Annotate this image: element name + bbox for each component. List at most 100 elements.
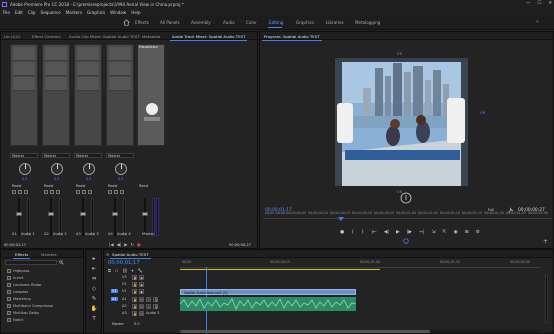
menu-sequence[interactable]: Sequence [41,10,61,15]
track-output-select[interactable]: Master [42,153,70,158]
effect-insert-slot[interactable] [45,77,67,91]
ripple-edit-tool-icon[interactable]: ⇔ [90,275,98,283]
tab-audio-track-mixer[interactable]: Audio Track Mixer: Spatial Audio TEST [169,34,248,41]
menu-graphics[interactable]: Graphics [87,10,105,15]
toggle-output-icon[interactable]: ◉ [139,275,144,280]
lock-icon[interactable]: 🔒 [132,311,137,316]
nest-icon[interactable]: ⧉ [108,268,111,274]
program-time-ruler[interactable]: 00;00;00;00 00;00;00;05 00;00;00;10 00;0… [263,211,552,219]
tab-lib[interactable]: Lib (0,0) [4,34,20,39]
program-playhead[interactable] [338,217,344,221]
track-select-tool-icon[interactable]: ⇤ [90,265,98,273]
step-back-icon[interactable]: ◀| [384,230,389,236]
track-effects-slot[interactable] [106,44,134,146]
pan-knob[interactable] [83,163,95,175]
pan-value[interactable]: 0.0 [118,177,123,181]
toggle-output-icon[interactable]: ◉ [139,289,144,294]
vr-compass-icon[interactable] [400,192,412,204]
effect-insert-slot[interactable] [109,77,131,91]
volume-fader-track[interactable] [50,198,52,236]
timeline-horizontal-scrollbar[interactable] [180,330,540,333]
step-forward-icon[interactable]: |▶ [407,230,412,236]
tab-program-monitor[interactable]: Program: Spatial Audio TEST [262,34,322,41]
effect-item[interactable]: Invert [13,276,24,280]
volume-fader-track[interactable] [114,198,116,236]
volume-fader-track[interactable] [82,198,84,236]
effect-item[interactable]: Multitap Delay [13,311,39,315]
mark-in-icon[interactable]: { [351,230,354,236]
menu-help[interactable]: Help [131,10,140,15]
linked-selection-icon[interactable]: ⛓ [122,268,127,274]
selection-tool-icon[interactable]: ▸ [90,255,98,263]
tab-markers[interactable]: Markers [41,252,56,257]
go-to-in-icon[interactable]: |← [371,230,376,236]
add-button-icon[interactable]: + [543,238,548,245]
effect-insert-slot[interactable] [77,77,99,91]
effects-search-input[interactable] [5,260,57,265]
program-video-frame[interactable] [335,58,468,186]
effect-insert-slot[interactable] [13,62,35,76]
settings-icon[interactable]: ⚙ [476,230,480,236]
source-patch-v1[interactable]: V1 [111,289,118,293]
automation-mode[interactable]: Read [12,184,21,188]
master-pan-knob[interactable] [146,103,158,115]
pan-value[interactable]: 0.0 [86,177,91,181]
effect-item[interactable]: Mastering [13,297,31,301]
loop-icon[interactable]: ↻ [131,242,135,247]
volume-fader[interactable] [112,212,118,216]
effect-insert-slot[interactable] [109,47,131,61]
workspace-tab-metalogging[interactable]: Metalogging [355,20,380,25]
menu-edit[interactable]: Edit [15,10,23,15]
menu-file[interactable]: File [3,10,10,15]
track-output-select[interactable]: Master [74,153,102,158]
maximize-button[interactable]: ☐ [537,1,541,6]
type-tool-icon[interactable]: T [90,315,98,323]
snap-icon[interactable]: ∩ [115,268,118,274]
step-back-icon[interactable]: ◀| [117,242,122,247]
master-effect-bypass[interactable] [144,117,160,121]
menu-clip[interactable]: Clip [28,10,36,15]
play-icon[interactable]: ▶ [396,230,400,236]
track-effects-slot[interactable] [42,44,70,146]
track-name[interactable]: Audio 3 [146,311,159,315]
workspace-tab-effects[interactable]: Effects [135,20,149,25]
timeline-settings-icon[interactable]: 🔧 [138,268,143,274]
solo-button[interactable]: S [146,304,151,309]
effect-item[interactable]: Highpass [13,269,30,273]
comparison-view-icon[interactable]: ⊞ [465,230,469,236]
volume-fader-track[interactable] [18,198,20,236]
workspace-tab-assembly[interactable]: Assembly [191,20,211,25]
video-clip[interactable]: Spatial Audio test.mp4 [V] [180,289,356,295]
track-effects-slot[interactable] [10,44,38,146]
solo-button[interactable]: S [146,297,151,302]
lift-icon[interactable]: ⇲ [432,230,436,236]
lock-icon[interactable]: 🔒 [132,297,137,302]
effect-item[interactable]: Multiband Compressor [13,304,54,308]
pen-tool-icon[interactable]: ✎ [90,295,98,303]
pan-knob[interactable] [115,163,127,175]
tab-effects[interactable]: Effects [12,252,31,259]
volume-fader[interactable] [16,212,22,216]
track-output-select[interactable]: Master [106,153,134,158]
workspace-tab-graphics[interactable]: Graphics [296,20,314,25]
add-marker-icon[interactable]: ▾ [131,268,133,274]
add-marker-icon[interactable]: ● [340,230,344,236]
effect-insert-slot[interactable] [45,47,67,61]
workspace-overflow-button[interactable]: » [536,19,539,25]
go-to-out-icon[interactable]: →| [419,230,424,236]
tab-sequence[interactable]: Spatial Audio TEST [110,252,151,259]
volume-fader[interactable] [48,212,54,216]
work-area-bar[interactable] [180,269,280,271]
menu-window[interactable]: Window [110,10,126,15]
workspace-tab-all-panels[interactable]: All Panels [160,20,180,25]
menu-markers[interactable]: Markers [66,10,82,15]
mark-out-icon[interactable]: } [361,230,364,236]
tab-audio-clip-mixer[interactable]: Audio Clip Mixer: Spatial Audio TEST [69,34,140,39]
close-tab-icon[interactable]: ✕ [106,252,109,257]
home-icon[interactable] [123,19,130,26]
effect-item[interactable]: Lowpass [13,290,28,294]
voice-over-record-icon[interactable]: 🎙 [153,297,158,302]
effect-item[interactable]: Loudness Radar [13,283,42,287]
record-icon[interactable]: ● [137,242,141,247]
scrollbar-thumb[interactable] [180,330,430,333]
